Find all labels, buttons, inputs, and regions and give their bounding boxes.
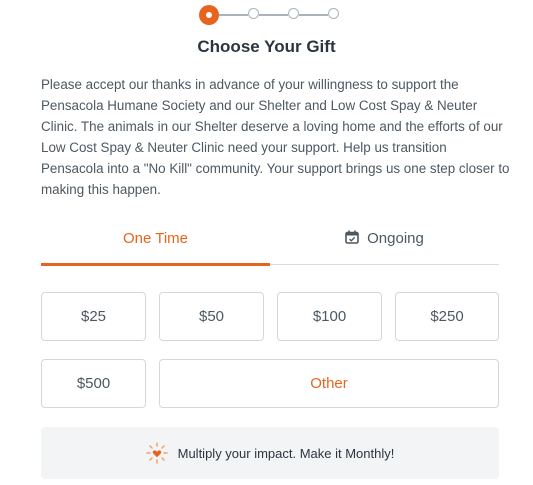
tab-one-time[interactable]: One Time	[41, 222, 270, 266]
step-connector	[259, 14, 288, 16]
step-connector	[299, 14, 328, 16]
step-2-indicator	[248, 8, 259, 19]
other-amount-label: Other	[310, 375, 348, 392]
frequency-tabs: One Time Ongoing	[41, 222, 499, 266]
other-amount-button[interactable]: Other	[159, 359, 499, 408]
step-connector	[219, 14, 248, 16]
banner-text: Multiply your impact. Make it Monthly!	[177, 445, 395, 461]
amount-label: $250	[430, 308, 464, 325]
amount-500-button[interactable]: $500	[41, 359, 146, 408]
amount-label: $50	[198, 308, 225, 325]
amount-25-button[interactable]: $25	[41, 292, 146, 341]
progress-stepper	[199, 5, 344, 25]
page-title: Choose Your Gift	[197, 37, 336, 56]
tab-ongoing-label: Ongoing	[367, 230, 424, 247]
amount-100-button[interactable]: $100	[277, 292, 382, 341]
step-4-indicator	[328, 8, 339, 19]
calendar-icon	[345, 230, 359, 244]
amount-label: $500	[76, 375, 111, 392]
step-3-indicator	[288, 8, 299, 19]
step-1-indicator	[199, 5, 219, 25]
amount-50-button[interactable]: $50	[159, 292, 264, 341]
monthly-upsell-banner: Multiply your impact. Make it Monthly!	[41, 427, 499, 479]
tab-ongoing[interactable]: Ongoing	[270, 222, 499, 264]
heart-burst-icon	[145, 442, 168, 464]
tab-one-time-label: One Time	[122, 230, 189, 247]
gift-description: Please accept our thanks in advance of y…	[41, 77, 510, 197]
amount-250-button[interactable]: $250	[395, 292, 499, 341]
amount-label: $100	[312, 308, 347, 325]
amount-label: $25	[80, 308, 107, 325]
